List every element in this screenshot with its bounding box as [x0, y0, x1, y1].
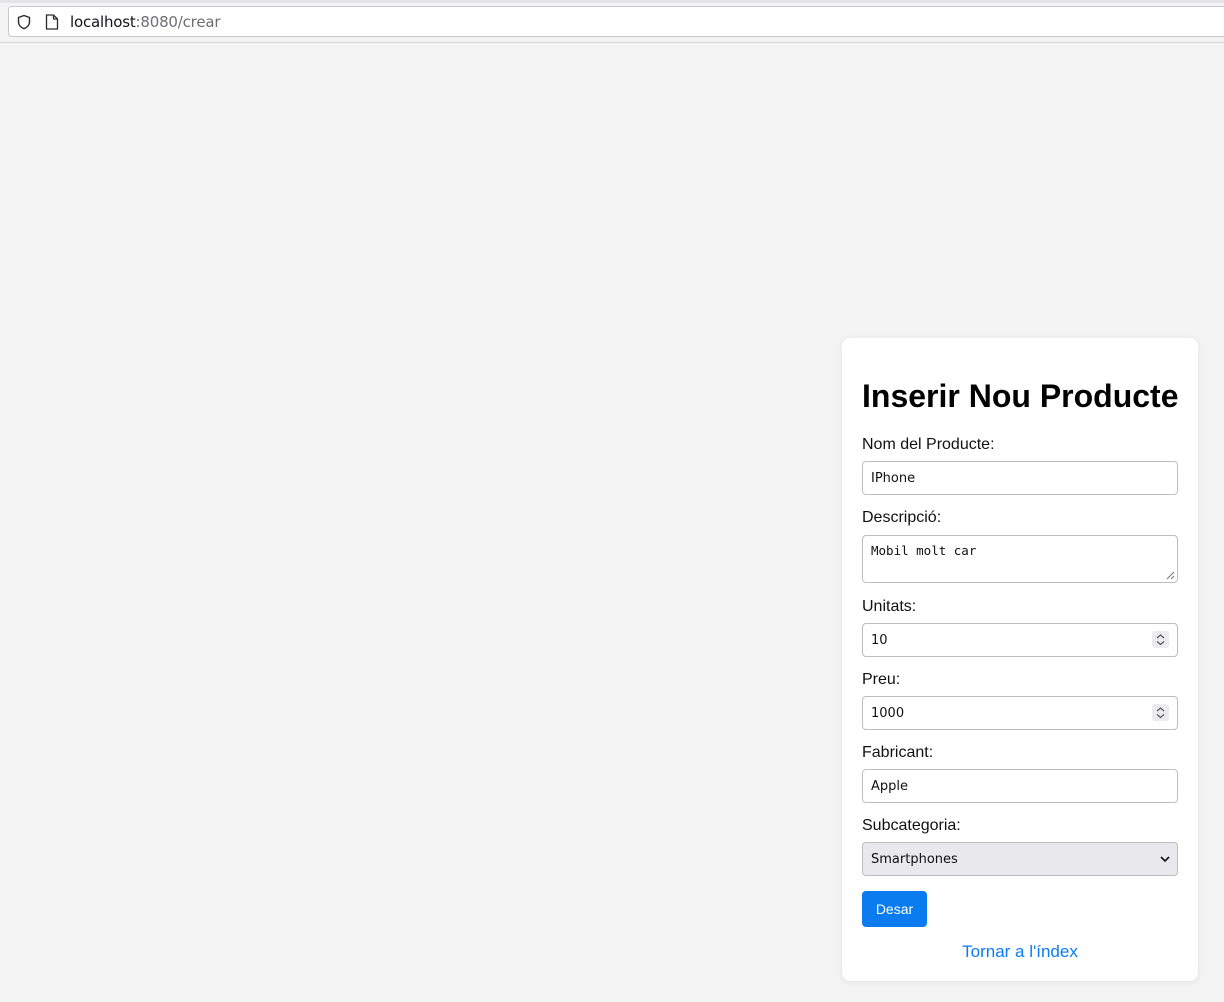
- page-title: Inserir Nou Producte: [862, 378, 1179, 414]
- name-label: Nom del Producte:: [862, 436, 995, 453]
- units-spinner-icon[interactable]: [1152, 631, 1169, 648]
- units-label: Unitats:: [862, 598, 917, 615]
- back-to-index-link[interactable]: Tornar a l'índex: [842, 942, 1198, 962]
- browser-top-edge: [0, 0, 1224, 3]
- product-form-card: Inserir Nou Producte Nom del Producte: D…: [842, 338, 1198, 981]
- subcategory-select[interactable]: Smartphones: [862, 842, 1178, 876]
- page-icon: [45, 14, 59, 30]
- description-wrapper: Mobil molt car: [862, 535, 1178, 583]
- description-label: Descripció:: [862, 509, 942, 526]
- description-textarea[interactable]: Mobil molt car: [862, 535, 1178, 583]
- manufacturer-label: Fabricant:: [862, 744, 934, 761]
- price-input[interactable]: [862, 696, 1178, 730]
- product-name-input[interactable]: [862, 461, 1178, 495]
- units-input[interactable]: [862, 623, 1178, 657]
- price-spinner-icon[interactable]: [1152, 704, 1169, 721]
- price-wrapper: [862, 696, 1178, 730]
- manufacturer-input[interactable]: [862, 769, 1178, 803]
- save-button[interactable]: Desar: [862, 891, 927, 927]
- subcategory-selected-value: Smartphones: [871, 852, 958, 867]
- url-host: localhost: [70, 13, 136, 31]
- url-path: :8080/crear: [135, 13, 221, 31]
- units-wrapper: [862, 623, 1178, 657]
- shield-icon[interactable]: [16, 14, 32, 30]
- toolbar-divider: [0, 42, 1224, 43]
- url-text[interactable]: localhost:8080/crear: [70, 13, 221, 31]
- chevron-down-icon: [1160, 856, 1170, 863]
- address-bar[interactable]: localhost:8080/crear: [8, 6, 1224, 37]
- resize-grip-icon[interactable]: [1166, 571, 1175, 580]
- price-label: Preu:: [862, 671, 901, 688]
- subcategory-label: Subcategoria:: [862, 817, 961, 834]
